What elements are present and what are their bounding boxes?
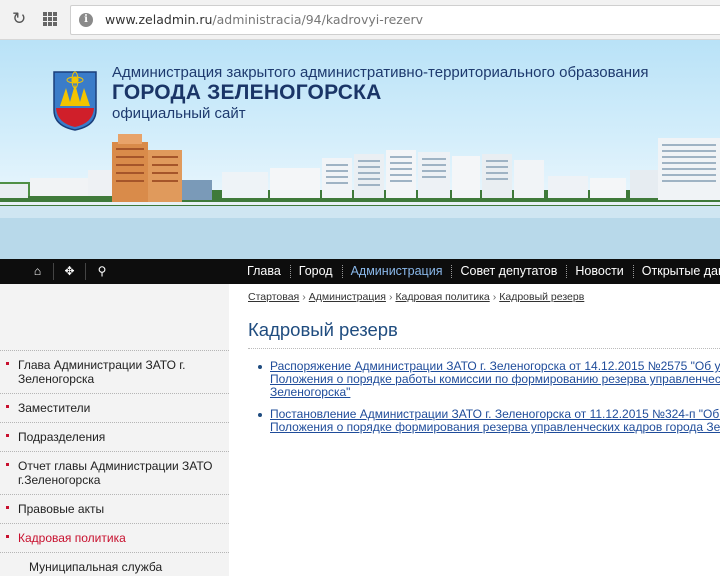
search-icon[interactable]: ⚲: [86, 263, 118, 280]
breadcrumb-link-startovaya[interactable]: Стартовая: [248, 291, 299, 303]
nav-menu: Глава Город Администрация Совет депутато…: [238, 259, 720, 284]
city-coat-of-arms-logo: [53, 71, 97, 131]
city-panorama-image: [0, 134, 720, 259]
header-title-small: Администрация закрытого административно-…: [112, 64, 649, 81]
sidebar-item-label: Правовые акты: [18, 502, 105, 516]
bullet-icon: [258, 365, 262, 369]
bullet-icon: [258, 413, 262, 417]
apps-icon[interactable]: [43, 12, 57, 26]
address-url[interactable]: www.zeladmin.ru/administracia/94/kadrovy…: [105, 12, 423, 27]
bullet-icon: [6, 434, 9, 437]
site-info-icon[interactable]: i: [79, 13, 93, 27]
main-navigation: ⌂ ✥ ⚲ Глава Город Администрация Совет де…: [0, 259, 720, 284]
document-item: Постановление Администрации ЗАТО г. Зеле…: [258, 408, 720, 434]
browser-toolbar: ↻ i www.zeladmin.ru/administracia/94/kad…: [0, 0, 720, 40]
bullet-icon: [6, 506, 9, 509]
breadcrumb-separator: ›: [388, 291, 393, 303]
nav-icon-group: ⌂ ✥ ⚲: [22, 263, 118, 280]
nav-item-novosti[interactable]: Новости: [566, 259, 632, 284]
document-link-line: Распоряжение Администрации ЗАТО г. Зелен…: [270, 360, 720, 373]
sidebar-item-kadrovaya-politika[interactable]: Кадровая политика: [0, 523, 229, 552]
bullet-icon: [6, 362, 9, 365]
document-link-line: Положения о порядке работы комиссии по ф…: [270, 373, 720, 386]
sidebar-item-podrazdeleniya[interactable]: Подразделения: [0, 422, 229, 451]
document-link-line: Положения о порядке формирования резерва…: [270, 421, 720, 434]
document-item: Распоряжение Администрации ЗАТО г. Зелен…: [258, 360, 720, 399]
sidebar-item-label: Подразделения: [18, 430, 106, 444]
address-bar[interactable]: i www.zeladmin.ru/administracia/94/kadro…: [70, 5, 720, 35]
document-link-line: Постановление Администрации ЗАТО г. Зеле…: [270, 408, 720, 421]
breadcrumb-link-kadrovaya-politika[interactable]: Кадровая политика: [395, 291, 489, 303]
breadcrumb-link-administracia[interactable]: Администрация: [309, 291, 386, 303]
site-header: Администрация закрытого административно-…: [0, 40, 720, 259]
document-link-line: Зеленогорска": [270, 386, 351, 399]
breadcrumb-separator: ›: [492, 291, 497, 303]
sidebar-item-zamestiteli[interactable]: Заместители: [0, 393, 229, 422]
sidebar-item-otchet-glavy[interactable]: Отчет главы Администрации ЗАТО г.Зеленог…: [0, 451, 229, 494]
sidebar-item-pravovye-akty[interactable]: Правовые акты: [0, 494, 229, 523]
title-divider: [248, 348, 720, 349]
sidebar-item-label: Кадровая политика: [18, 531, 126, 545]
sidebar-item-glava-administracii[interactable]: Глава Администрации ЗАТО г. Зеленогорска: [0, 350, 229, 393]
nav-item-sovet-deputatov[interactable]: Совет депутатов: [451, 259, 566, 284]
reload-icon[interactable]: ↻: [12, 10, 30, 28]
sitemap-icon[interactable]: ✥: [54, 263, 86, 280]
document-link-postanovlenie-324p[interactable]: Постановление Администрации ЗАТО г. Зеле…: [270, 408, 720, 434]
sidebar-item-label: Отчет главы Администрации ЗАТО г.Зеленог…: [18, 459, 213, 487]
document-link-rasporyazhenie-2575[interactable]: Распоряжение Администрации ЗАТО г. Зелен…: [270, 360, 720, 399]
bullet-icon: [6, 405, 9, 408]
nav-item-otkrytye-dannye[interactable]: Открытые данные: [632, 259, 720, 284]
document-list: Распоряжение Администрации ЗАТО г. Зелен…: [258, 360, 720, 443]
sidebar-item-label: Глава Администрации ЗАТО г. Зеленогорска: [18, 358, 186, 386]
nav-item-administracia[interactable]: Администрация: [341, 259, 452, 284]
breadcrumb: Стартовая › Администрация › Кадровая политик…: [248, 291, 584, 303]
breadcrumb-current[interactable]: Кадровый резерв: [499, 291, 584, 303]
nav-item-gorod[interactable]: Город: [289, 259, 342, 284]
url-host: www.zeladmin.ru: [105, 12, 213, 27]
header-subtitle: официальный сайт: [112, 105, 246, 122]
url-path: /administracia/94/kadrovyi-rezerv: [212, 12, 424, 27]
header-title-big[interactable]: ГОРОДА ЗЕЛЕНОГОРСКА: [112, 81, 382, 105]
breadcrumb-separator: ›: [302, 291, 306, 303]
page-title: Кадровый резерв: [248, 319, 398, 340]
sidebar-menu: Глава Администрации ЗАТО г. Зеленогорска…: [0, 350, 229, 581]
nav-item-glava[interactable]: Глава: [238, 259, 290, 284]
sidebar-subitem-municipalnaya-sluzhba[interactable]: Муниципальная служба: [0, 552, 229, 581]
home-icon[interactable]: ⌂: [22, 263, 54, 280]
sidebar: Глава Администрации ЗАТО г. Зеленогорска…: [0, 284, 229, 576]
bullet-icon: [6, 535, 9, 538]
sidebar-item-label: Заместители: [18, 401, 91, 415]
bullet-icon: [6, 463, 9, 466]
